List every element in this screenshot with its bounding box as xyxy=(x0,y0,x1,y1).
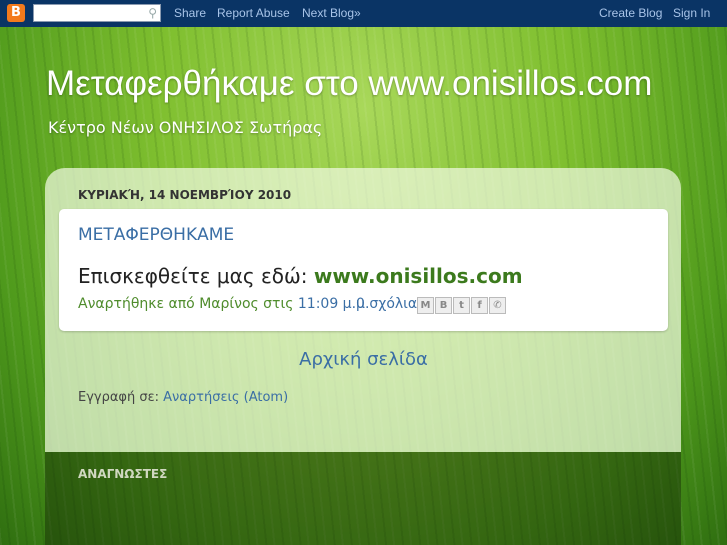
post-title[interactable]: ΜΕΤΑΦΕΡΘΗΚΑΜΕ xyxy=(78,225,234,245)
blogger-logo-icon[interactable]: B xyxy=(7,4,25,22)
create-blog-link[interactable]: Create Blog xyxy=(599,6,662,20)
search-icon[interactable]: ⚲ xyxy=(148,5,157,21)
post-body-text: Επισκεφθείτε μας εδώ: xyxy=(78,264,314,288)
post-card: ΜΕΤΑΦΕΡΘΗΚΑΜΕ Επισκεφθείτε μας εδώ: www.… xyxy=(59,209,668,331)
sidebar-area xyxy=(45,452,681,545)
twitter-icon[interactable]: t xyxy=(453,297,470,314)
next-blog-link[interactable]: Next Blog» xyxy=(302,6,361,20)
blogger-icon[interactable]: B xyxy=(435,297,452,314)
facebook-icon[interactable]: f xyxy=(471,297,488,314)
onisillos-link[interactable]: www.onisillos.com xyxy=(314,264,523,288)
blog-description: Κέντρο Νέων ΟΝΗΣΙΛΟΣ Σωτήρας xyxy=(48,118,323,137)
report-abuse-link[interactable]: Report Abuse xyxy=(217,6,290,20)
subscribe-label: Εγγραφή σε: xyxy=(78,390,164,405)
atom-feed-link[interactable]: Αναρτήσεις (Atom) xyxy=(163,390,288,405)
search-input[interactable]: ⚲ xyxy=(33,4,161,22)
email-icon[interactable]: M xyxy=(417,297,434,314)
post-body: Επισκεφθείτε μας εδώ: www.onisillos.com xyxy=(78,264,523,288)
blog-title[interactable]: Μεταφερθήκαμε στο www.onisillos.com xyxy=(46,64,652,104)
buzz-icon[interactable]: ✆ xyxy=(489,297,506,314)
home-link[interactable]: Αρχική σελίδα xyxy=(0,349,727,370)
subscribe-line: Εγγραφή σε: Αναρτήσεις (Atom) xyxy=(78,390,288,405)
blogger-navbar: B ⚲ Share Report Abuse Next Blog» Create… xyxy=(0,0,727,27)
sign-in-link[interactable]: Sign In xyxy=(673,6,710,20)
readers-widget-title: ΑΝΑΓΝΩΣΤΕΣ xyxy=(78,467,168,481)
byline-author: Αναρτήθηκε από Μαρίνος στις xyxy=(78,296,298,312)
share-buttons: M B t f ✆ xyxy=(417,297,507,314)
post-date: ΚΥΡΙΑΚΉ, 14 ΝΟΕΜΒΡΊΟΥ 2010 xyxy=(78,188,292,202)
post-byline: Αναρτήθηκε από Μαρίνος στις 11:09 μ.μ. xyxy=(78,296,369,312)
comments-link[interactable]: 0 σχόλια xyxy=(356,296,417,312)
share-link[interactable]: Share xyxy=(174,6,206,20)
